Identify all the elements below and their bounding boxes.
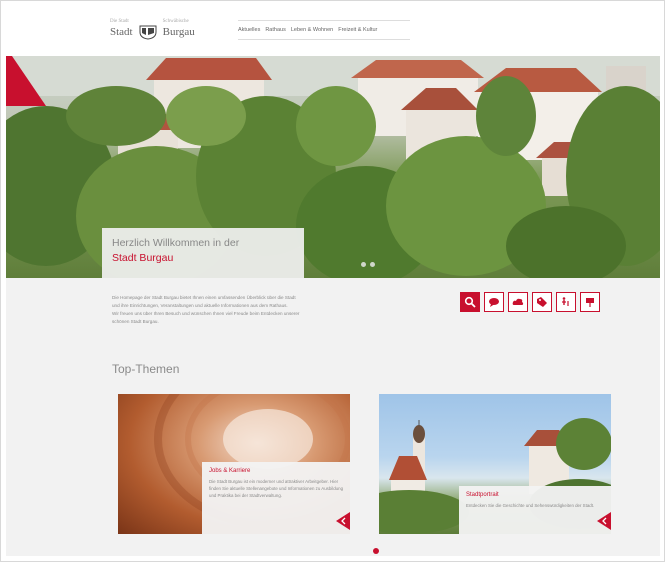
logo-small-right: Schwäbische — [162, 18, 189, 24]
logo-word-right: Schwäbische Burgau — [162, 19, 195, 38]
intro-line: und ihre Einrichtungen, Veranstaltungen … — [112, 303, 288, 308]
slide-dot-2[interactable] — [370, 262, 375, 267]
hero-slide-dots — [361, 262, 375, 267]
chat-button[interactable] — [484, 292, 504, 312]
tags-icon — [537, 297, 547, 307]
hero-title-line2: Stadt Burgau — [112, 252, 174, 264]
chat-icon — [489, 298, 499, 307]
nav-rule-top — [238, 20, 410, 21]
nav-item-aktuelles[interactable]: Aktuelles — [238, 27, 260, 33]
tags-button[interactable] — [532, 292, 552, 312]
card-arrow-icon[interactable] — [336, 512, 350, 530]
logo-text-right: Burgau — [162, 25, 195, 38]
slide-dot-1[interactable] — [361, 262, 366, 267]
nav-rule-bottom — [238, 39, 410, 40]
card-title: Jobs & Karriere — [209, 468, 251, 474]
search-button[interactable] — [460, 292, 480, 312]
theme-card-stadtportrait[interactable]: Stadtportrait Entdecken Sie die Geschich… — [379, 394, 611, 534]
card-text-box: Stadtportrait Entdecken Sie die Geschich… — [459, 486, 611, 534]
cloud-icon — [512, 298, 524, 305]
card-arrow-icon[interactable] — [597, 512, 611, 530]
hero-welcome-box: Herzlich Willkommen in der Stadt Burgau — [102, 228, 304, 278]
flag-button[interactable] — [580, 292, 600, 312]
logo-word-left: Die Stadt Stadt — [110, 19, 133, 38]
accessibility-button[interactable] — [556, 292, 576, 312]
intro-line: Wir freuen uns über Ihren Besuch und wün… — [112, 311, 300, 316]
logo-text-left: Stadt — [110, 25, 133, 38]
site-header: Die Stadt Stadt Schwäbische Burgau Aktue… — [6, 6, 660, 56]
logo-small-left: Die Stadt — [110, 18, 129, 24]
theme-card-jobs[interactable]: Jobs & Karriere Die Stadt Burgau ist ein… — [118, 394, 350, 534]
cloud-button[interactable] — [508, 292, 528, 312]
card-text-box: Jobs & Karriere Die Stadt Burgau ist ein… — [202, 462, 350, 534]
quick-access-icons — [460, 292, 600, 312]
card-description: Die Stadt Burgau ist ein moderner und at… — [209, 479, 344, 498]
intro-text: Die Homepage der Stadt Burgau bietet Ihn… — [112, 294, 362, 326]
main-nav: Aktuelles Rathaus Leben & Wohnen Freizei… — [238, 20, 410, 40]
site-logo[interactable]: Die Stadt Stadt Schwäbische Burgau — [110, 18, 195, 46]
nav-item-rathaus[interactable]: Rathaus — [265, 27, 286, 33]
intro-line: schönen Stadt Burgau. — [112, 319, 159, 324]
accessibility-icon — [562, 297, 569, 306]
hero-title-line1: Herzlich Willkommen in der — [112, 237, 240, 249]
intro-line: Die Homepage der Stadt Burgau bietet Ihn… — [112, 295, 296, 300]
card-description: Entdecken Sie die Geschichte und Sehensw… — [466, 503, 595, 508]
search-icon — [464, 296, 476, 308]
hero-accent-shape — [6, 56, 46, 106]
section-title-top-themes: Top-Themen — [112, 362, 180, 376]
card-title: Stadtportrait — [466, 492, 499, 498]
flag-icon — [586, 298, 594, 307]
nav-item-leben-wohnen[interactable]: Leben & Wohnen — [291, 27, 333, 33]
nav-item-freizeit-kultur[interactable]: Freizeit & Kultur — [338, 27, 377, 33]
hero-slider[interactable]: Herzlich Willkommen in der Stadt Burgau — [6, 56, 660, 278]
carousel-pager-dot[interactable] — [373, 548, 379, 554]
main-content: Die Homepage der Stadt Burgau bietet Ihn… — [6, 278, 660, 556]
crest-icon — [139, 24, 157, 40]
